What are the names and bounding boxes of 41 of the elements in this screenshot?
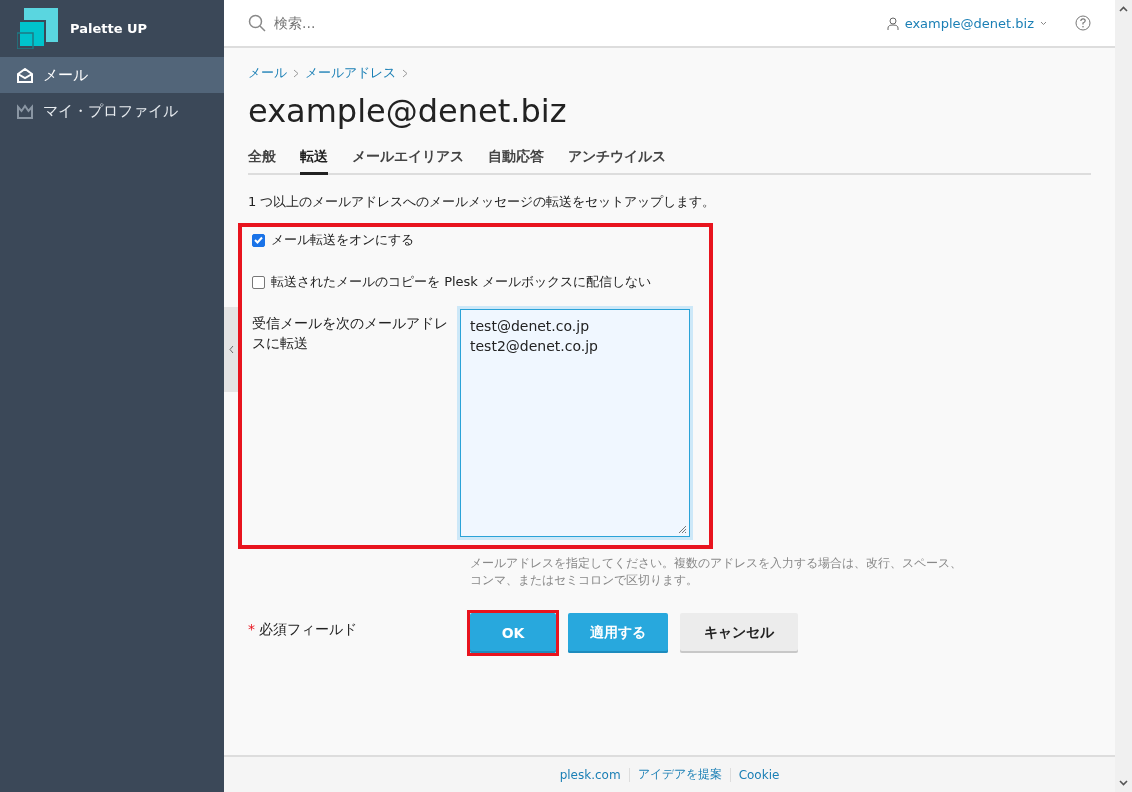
chevron-left-icon: [228, 345, 234, 354]
action-button[interactable]: キャンセル: [680, 613, 798, 653]
search-field[interactable]: 検索...: [272, 14, 576, 32]
help-icon[interactable]: [1075, 15, 1091, 31]
brand-name: Palette UP: [70, 21, 148, 36]
required-note: * 必須フィールド: [248, 620, 359, 639]
user-menu[interactable]: example@denet.biz: [886, 15, 1047, 31]
logo-icon: [17, 8, 58, 49]
address-textarea[interactable]: test@denet.co.jp test2@denet.co.jp: [460, 309, 690, 537]
scroll-down-icon[interactable]: [1119, 780, 1128, 786]
description-text: 1 つ以上のメールアドレスへのメールメッセージの転送をセットアップします。: [248, 193, 717, 211]
checkbox-label: メール転送をオンにする: [271, 231, 414, 249]
footer-link[interactable]: アイデアを提案: [629, 766, 730, 783]
breadcrumb-link[interactable]: メール: [248, 64, 287, 82]
page-title: example@denet.biz: [248, 92, 568, 130]
hint-text: メールアドレスを指定してください。複数のアドレスを入力する場合は、改行、スペース、コンマ、またはセミコロンで区切ります。: [470, 555, 963, 589]
tab[interactable]: アンチウイルス: [568, 148, 666, 175]
tab[interactable]: 全般: [248, 148, 276, 175]
footer-link[interactable]: Cookie: [730, 767, 788, 782]
user-icon: [886, 16, 899, 30]
tab[interactable]: メールエイリアス: [352, 148, 464, 175]
search-icon: [248, 14, 266, 32]
sidebar-item[interactable]: メール: [0, 57, 224, 93]
tab[interactable]: 転送: [300, 148, 328, 175]
crown-icon: [17, 103, 33, 119]
scroll-up-icon[interactable]: [1119, 6, 1128, 12]
caret-icon: [1040, 20, 1047, 26]
checkbox[interactable]: [252, 275, 265, 289]
scrollbar[interactable]: [1115, 0, 1132, 792]
chevron-icon: [402, 68, 408, 78]
resize-grip-icon[interactable]: [677, 524, 687, 534]
collapse-handle[interactable]: [224, 307, 238, 392]
mail-icon: [17, 67, 33, 83]
sidebar-item[interactable]: マイ・プロファイル: [0, 93, 224, 129]
field-label: 受信メールを次のメールアドレスに転送: [252, 314, 449, 353]
footer-link[interactable]: plesk.com: [551, 767, 629, 782]
tab[interactable]: 自動応答: [488, 148, 544, 175]
checkbox[interactable]: [252, 233, 265, 247]
breadcrumb-link[interactable]: メールアドレス: [305, 64, 396, 82]
checkbox-label: 転送されたメールのコピーを Plesk メールボックスに配信しない: [271, 273, 651, 291]
chevron-icon: [293, 68, 299, 78]
